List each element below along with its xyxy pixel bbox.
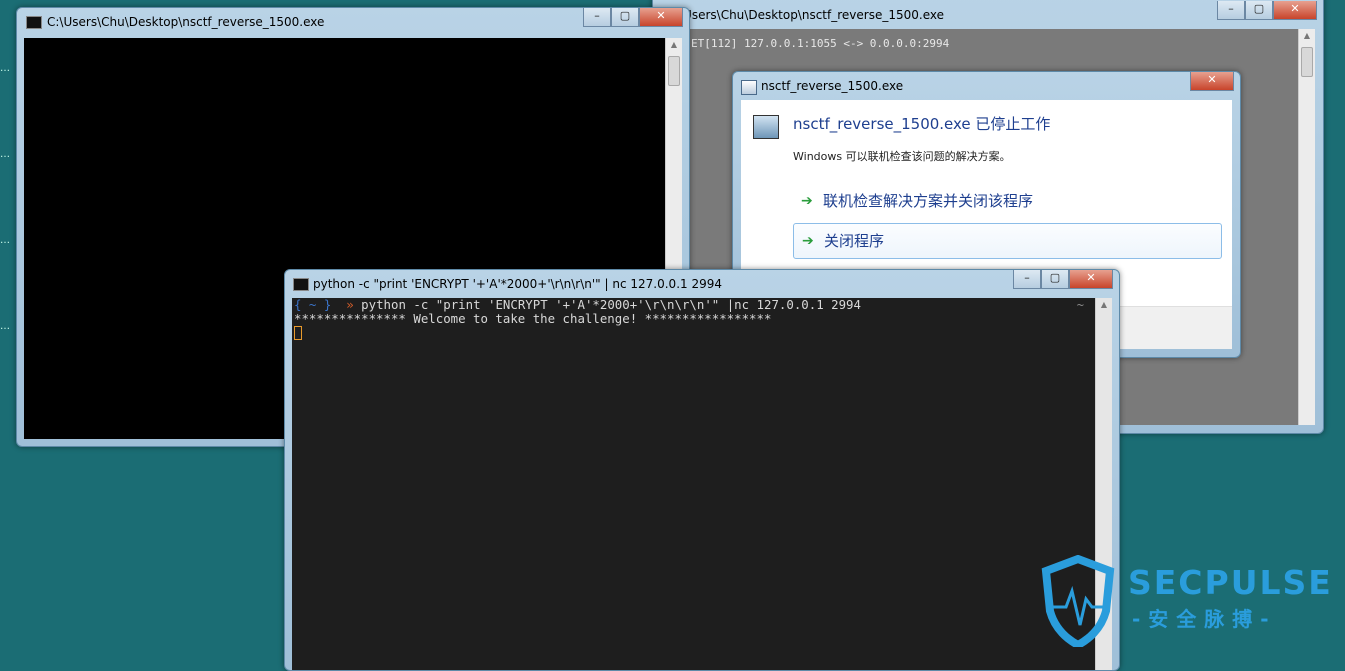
close-program-option[interactable]: ➔ 关闭程序: [793, 223, 1222, 259]
console-app-icon: [26, 16, 42, 29]
scroll-thumb[interactable]: [1301, 47, 1313, 77]
desktop-icon-marker: …: [0, 321, 10, 332]
desktop-icon-marker: …: [0, 63, 10, 74]
dialog-subtext: Windows 可以联机检查该问题的解决方案。: [793, 150, 1011, 163]
arrow-right-icon: ➔: [801, 193, 813, 209]
command-text: python -c "print 'ENCRYPT '+'A'*2000+'\r…: [361, 297, 861, 312]
shield-logo-icon: [1041, 555, 1115, 647]
maximize-button[interactable]: ▢: [1245, 1, 1273, 20]
window-controls: – ▢ ✕: [1013, 270, 1113, 290]
watermark-logo-text: SECPULSE: [1128, 563, 1333, 602]
close-button[interactable]: ✕: [1190, 72, 1234, 91]
output-line: *************** Welcome to take the chal…: [294, 311, 772, 326]
option-label: 联机检查解决方案并关闭该程序: [823, 192, 1034, 210]
window-controls: ✕: [1190, 72, 1234, 92]
secpulse-watermark: SECPULSE -安全脉搏-: [1040, 553, 1345, 648]
minimize-button[interactable]: –: [583, 8, 611, 27]
window-controls: – ▢ ✕: [583, 8, 683, 28]
scroll-thumb[interactable]: [668, 56, 680, 86]
scroll-up-icon[interactable]: ▲: [1299, 29, 1315, 43]
dialog-heading: nsctf_reverse_1500.exe 已停止工作: [793, 115, 1051, 133]
minimize-button[interactable]: –: [1013, 270, 1041, 289]
terminal-app-icon: [293, 278, 309, 291]
prompt-arrow: »: [346, 297, 354, 312]
minimize-button[interactable]: –: [1217, 1, 1245, 20]
dialog-title: nsctf_reverse_1500.exe: [761, 79, 904, 93]
scrollbar[interactable]: ▲: [1298, 29, 1315, 425]
close-button[interactable]: ✕: [1273, 1, 1317, 20]
connection-line: ET[112] 127.0.0.1:1055 <-> 0.0.0.0:2994: [691, 37, 950, 50]
maximize-button[interactable]: ▢: [1041, 270, 1069, 289]
window-controls: – ▢ ✕: [1217, 1, 1317, 21]
check-online-option[interactable]: ➔ 联机检查解决方案并关闭该程序: [793, 184, 1222, 218]
prompt-cwd: { ~ }: [294, 297, 332, 312]
close-button[interactable]: ✕: [639, 8, 683, 27]
program-icon: [753, 115, 779, 139]
text-cursor: [294, 326, 302, 340]
scroll-up-icon[interactable]: ▲: [666, 38, 682, 52]
watermark-cn-text: -安全脉搏-: [1132, 607, 1277, 631]
close-button[interactable]: ✕: [1069, 270, 1113, 289]
terminal-screen[interactable]: { ~ } » python -c "print 'ENCRYPT '+'A'*…: [292, 298, 1112, 670]
terminal-window[interactable]: python -c "print 'ENCRYPT '+'A'*2000+'\r…: [284, 269, 1120, 671]
maximize-button[interactable]: ▢: [611, 8, 639, 27]
arrow-right-icon: ➔: [802, 233, 814, 249]
scroll-up-icon[interactable]: ▲: [1096, 298, 1112, 312]
desktop-icon-marker: …: [0, 235, 10, 246]
warning-app-icon: [741, 80, 757, 95]
desktop-icon-marker: …: [0, 149, 10, 160]
window-title: python -c "print 'ENCRYPT '+'A'*2000+'\r…: [313, 277, 722, 291]
right-prompt: ~: [1076, 298, 1084, 312]
option-label: 关闭程序: [824, 232, 885, 250]
